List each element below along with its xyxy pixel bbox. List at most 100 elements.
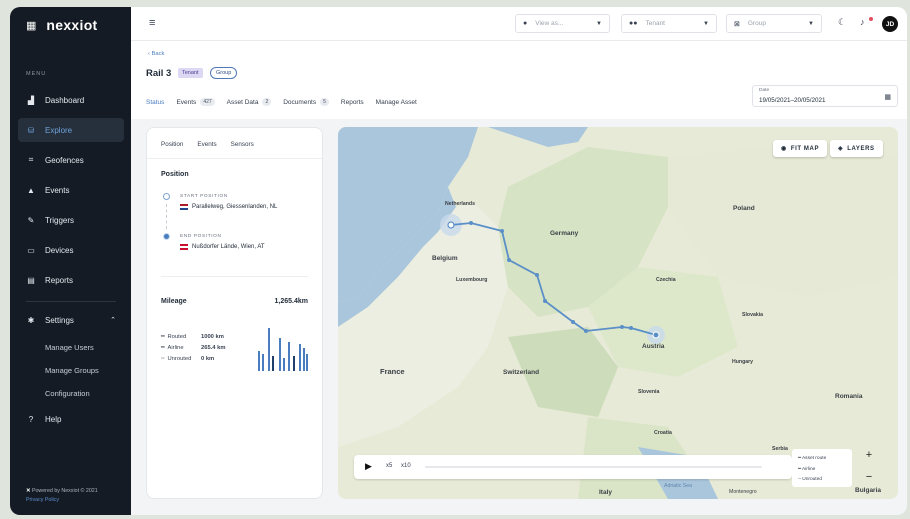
zoom-in-button[interactable]: + xyxy=(863,449,875,461)
sidebar-item-events[interactable]: ▲ Events xyxy=(18,178,124,202)
dashboard-icon: ▟ xyxy=(27,95,35,105)
tab-documents[interactable]: Documents 5 xyxy=(283,98,329,106)
route-point[interactable] xyxy=(620,325,624,329)
sidebar-subitem-manage-users[interactable]: Manage Users xyxy=(18,336,124,359)
apps-grid-icon[interactable]: ▦ xyxy=(26,19,36,32)
airline-label: Airline xyxy=(167,345,184,351)
route-point[interactable] xyxy=(500,229,504,233)
mileage-label: Mileage xyxy=(161,298,187,305)
route-point[interactable] xyxy=(629,326,633,330)
back-label: Back xyxy=(151,51,165,57)
tab-manage-asset[interactable]: Manage Asset xyxy=(376,98,417,106)
panel-tab-divider xyxy=(147,158,322,159)
route-point[interactable] xyxy=(507,258,511,262)
mileage-bar xyxy=(283,358,285,371)
map-label-slovakia: Slovakia xyxy=(742,312,764,318)
start-position-text: Parallelweg, Giessenlanden, NL xyxy=(192,204,278,210)
zoom-out-button[interactable]: − xyxy=(863,471,875,483)
map-label-germany: Germany xyxy=(550,230,579,237)
layers-button[interactable]: ◈ LAYERS xyxy=(830,140,883,157)
sidebar-subitem-manage-groups[interactable]: Manage Groups xyxy=(18,359,124,382)
menu-label: MENU xyxy=(26,71,47,77)
tab-label: Reports xyxy=(340,98,364,106)
mileage-bar xyxy=(258,351,260,371)
sidebar-item-reports[interactable]: ▤ Reports xyxy=(18,268,124,292)
play-icon[interactable]: ▶ xyxy=(365,461,372,472)
map-label-luxembourg: Luxembourg xyxy=(456,277,488,283)
map-label-serbia: Serbia xyxy=(772,446,788,452)
panel-tab-sensors[interactable]: Sensors xyxy=(231,141,254,148)
speed-x5-button[interactable]: x5 xyxy=(386,463,392,469)
map-view[interactable]: Netherlands Germany Poland Belgium Luxem… xyxy=(338,127,898,499)
mileage-bar xyxy=(306,354,308,371)
sidebar-item-dashboard[interactable]: ▟ Dashboard xyxy=(18,88,124,112)
calendar-icon[interactable]: ▦ xyxy=(884,93,891,101)
panel-tab-events[interactable]: Events xyxy=(197,141,216,148)
back-link[interactable]: ‹ Back xyxy=(148,51,164,57)
route-point[interactable] xyxy=(535,273,539,277)
page-title: Rail 3 xyxy=(146,68,172,79)
sidebar-subitem-configuration[interactable]: Configuration xyxy=(18,382,124,405)
routed-value: 1000 km xyxy=(201,334,224,340)
speed-x10-button[interactable]: x10 xyxy=(401,463,411,469)
tab-events[interactable]: Events 427 xyxy=(176,98,215,106)
route-connector xyxy=(166,204,167,229)
panel-tab-position[interactable]: Position xyxy=(161,141,183,148)
route-point[interactable] xyxy=(584,329,588,333)
tab-asset-data[interactable]: Asset Data 2 xyxy=(227,98,272,106)
sidebar-item-label: Geofences xyxy=(45,155,84,165)
route-point[interactable] xyxy=(469,221,473,225)
count-badge: 5 xyxy=(320,98,329,106)
target-icon: ◉ xyxy=(781,146,787,152)
logo[interactable]: ▦ nexxiot xyxy=(26,17,98,33)
tab-status[interactable]: Status xyxy=(146,98,164,106)
date-range-field[interactable]: Date 19/05/2021–20/05/2021 ▦ xyxy=(752,85,898,107)
tenant-select[interactable]: ●● Tenant ▼ xyxy=(621,14,717,33)
asset-tabs: Status Events 427 Asset Data 2 Documents 5 … xyxy=(146,98,417,106)
map-legend-unrouted: ╌ Unrouted xyxy=(798,475,846,486)
legend-unrouted: ╌ Unrouted 0 km xyxy=(161,356,214,362)
map-label-switzerland: Switzerland xyxy=(503,369,540,376)
map-label-austria: Austria xyxy=(642,343,665,350)
sidebar-item-explore[interactable]: ⛁ Explore xyxy=(18,118,124,142)
sidebar-item-geofences[interactable]: ⌗ Geofences xyxy=(18,148,124,172)
bell-icon[interactable]: ♪ xyxy=(860,17,865,27)
privacy-policy-link[interactable]: Privacy Policy xyxy=(26,496,98,505)
hamburger-menu-icon[interactable]: ≡ xyxy=(149,17,155,29)
trigger-icon: ✎ xyxy=(27,215,35,225)
routed-label: Routed xyxy=(167,334,187,340)
flag-nl-icon xyxy=(180,204,188,210)
avatar[interactable]: JD xyxy=(882,16,898,32)
mileage-bar xyxy=(303,348,305,371)
route-start-point[interactable] xyxy=(447,221,455,229)
legend-airline: ━ Airline 265.4 km xyxy=(161,345,226,351)
route-point[interactable] xyxy=(571,320,575,324)
flag-at-icon xyxy=(180,244,188,250)
unrouted-label: Unrouted xyxy=(167,356,192,362)
map-label-france: France xyxy=(380,367,405,376)
sidebar-item-devices[interactable]: ▭ Devices xyxy=(18,238,124,262)
powered-by-label: Powered by Nexxiot © 2021 xyxy=(31,488,98,494)
playback-slider[interactable] xyxy=(425,466,762,468)
tab-reports[interactable]: Reports xyxy=(341,98,364,106)
warning-icon: ▲ xyxy=(27,185,35,195)
dark-mode-icon[interactable]: ☾ xyxy=(838,17,846,28)
view-as-select[interactable]: ● View as... ▼ xyxy=(515,14,610,33)
map-label-romania: Romania xyxy=(835,393,863,400)
mileage-bar-chart xyxy=(258,328,308,371)
panel-tabs: Position Events Sensors xyxy=(161,141,254,148)
group-select[interactable]: ⊠ Group ▼ xyxy=(726,14,822,33)
airline-value: 265.4 km xyxy=(201,345,226,351)
route-point[interactable] xyxy=(543,299,547,303)
mileage-bar xyxy=(288,342,290,371)
sidebar: ▦ nexxiot MENU ▟ Dashboard ⛁ Explore ⌗ G… xyxy=(10,7,131,515)
sidebar-item-triggers[interactable]: ✎ Triggers xyxy=(18,208,124,232)
fit-map-button[interactable]: ◉ FIT MAP xyxy=(773,140,828,157)
end-point-marker xyxy=(163,233,170,240)
map-legend-airline: ━ Airline xyxy=(798,465,846,476)
route-end-point[interactable] xyxy=(652,331,660,339)
sidebar-item-help[interactable]: ? Help xyxy=(18,407,124,431)
sidebar-item-label: Help xyxy=(45,414,62,424)
sidebar-item-settings[interactable]: ✱ Settings ⌃ xyxy=(18,308,124,332)
map-label-hungary: Hungary xyxy=(732,359,754,365)
